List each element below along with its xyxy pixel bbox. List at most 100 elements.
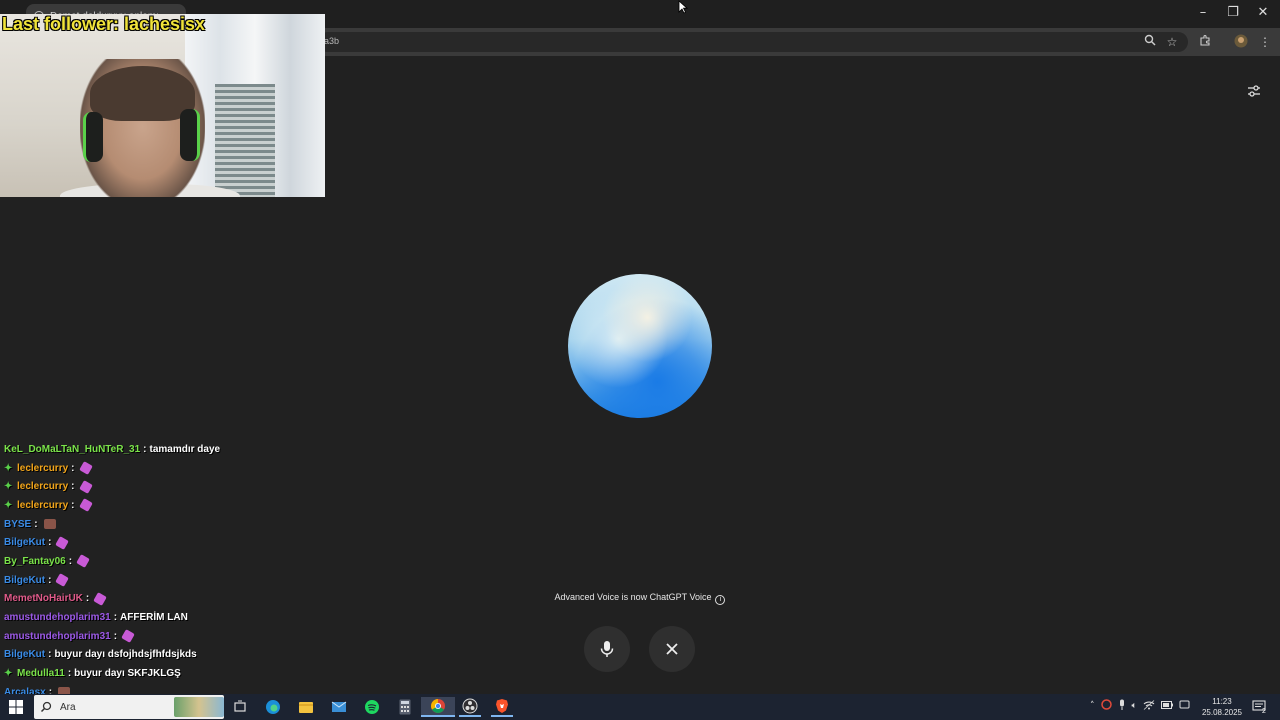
tray-microphone-icon[interactable]: [1118, 699, 1126, 713]
chat-username[interactable]: MemetNoHairUK: [4, 593, 83, 604]
info-icon[interactable]: i: [715, 595, 726, 605]
extensions-icon[interactable]: [1197, 34, 1213, 50]
edge-icon: [266, 700, 280, 714]
chat-feather-emote-icon: [55, 535, 70, 550]
chat-text: AFFERİM LAN: [120, 612, 188, 624]
task-view-button[interactable]: [229, 697, 251, 717]
wifi-icon[interactable]: [1143, 699, 1155, 713]
chat-message: BilgeKut: buyur dayı dsfojhdsjfhfdsjkds: [4, 646, 404, 665]
end-voice-button[interactable]: [649, 626, 695, 672]
chat-username[interactable]: BilgeKut: [4, 649, 45, 660]
sync-icon[interactable]: [1179, 699, 1190, 713]
chat-username[interactable]: BilgeKut: [4, 537, 45, 548]
windows-logo-icon: [9, 700, 23, 714]
profile-avatar-icon[interactable]: [1233, 34, 1249, 50]
taskbar-clock[interactable]: 11:23 25.08.2025: [1198, 696, 1246, 718]
search-icon: [40, 701, 52, 713]
volume-icon[interactable]: 🔈︎: [1132, 701, 1137, 711]
chat-separator: :: [48, 537, 52, 549]
mail-icon: [331, 701, 347, 712]
chat-username[interactable]: leclercurry: [17, 481, 68, 492]
chat-message: ✦ leclercurry:: [4, 477, 404, 496]
microphone-button[interactable]: [584, 626, 630, 672]
obs-app-button[interactable]: [459, 697, 481, 717]
chat-message: BilgeKut:: [4, 571, 404, 590]
chat-separator: :: [48, 574, 52, 586]
chat-text: buyur dayı SKFJKLGŞ: [74, 668, 181, 680]
chat-separator: :: [34, 518, 38, 530]
subscriber-badge-icon: ✦: [4, 668, 13, 680]
taskbar-search[interactable]: Ara: [34, 695, 224, 719]
stream-chat: KeL_DoMaLTaN_HuNTeR_31: tamamdır daye ✦ lec…: [4, 440, 404, 702]
chat-message: MemetNoHairUK:: [4, 590, 404, 609]
chat-feather-emote-icon: [78, 498, 93, 513]
address-bar-url[interactable]: a3b: [324, 36, 339, 46]
battery-icon[interactable]: [1160, 700, 1173, 712]
spotify-app-button[interactable]: [361, 697, 383, 717]
mouse-cursor-icon: [678, 0, 689, 19]
calculator-app-button[interactable]: [394, 697, 416, 717]
folder-icon: [299, 702, 313, 713]
voice-orb: [568, 274, 712, 418]
chat-message: BYSE:: [4, 515, 404, 534]
file-explorer-button[interactable]: [295, 697, 317, 717]
chat-message: ✦ leclercurry:: [4, 459, 404, 478]
chat-feather-emote-icon: [93, 592, 108, 606]
mail-app-button[interactable]: [328, 697, 350, 717]
task-view-icon: [234, 700, 246, 712]
chat-message: ✦ leclercurry:: [4, 496, 404, 515]
zoom-icon[interactable]: [1142, 34, 1158, 50]
chat-username[interactable]: KeL_DoMaLTaN_HuNTeR_31: [4, 444, 140, 455]
search-placeholder: Ara: [60, 701, 76, 713]
chat-username[interactable]: leclercurry: [17, 500, 68, 511]
browser-menu-icon[interactable]: ⋮: [1257, 34, 1273, 50]
bookmark-star-icon[interactable]: ☆: [1164, 34, 1180, 50]
tray-app-icon[interactable]: [1100, 699, 1112, 713]
chat-username[interactable]: amustundehoplarim31: [4, 612, 111, 623]
maximize-button[interactable]: ❐: [1218, 4, 1248, 22]
close-window-button[interactable]: ✕: [1248, 4, 1278, 22]
start-button[interactable]: [8, 699, 24, 715]
obs-icon: [462, 698, 478, 714]
tray-overflow-icon[interactable]: ˄: [1090, 701, 1095, 711]
microphone-icon: [600, 641, 614, 657]
notification-count: 2: [1262, 708, 1266, 715]
chat-username[interactable]: By_Fantay06: [4, 556, 66, 567]
subscriber-badge-icon: ✦: [4, 462, 13, 474]
search-highlight-image: [174, 697, 224, 717]
chat-username[interactable]: Medulla11: [17, 668, 65, 679]
clock-date: 25.08.2025: [1201, 708, 1243, 717]
clock-time: 11:23: [1212, 697, 1232, 706]
chat-username[interactable]: BYSE: [4, 519, 31, 530]
chrome-icon: [431, 699, 445, 713]
voice-notice: Advanced Voice is now ChatGPT Voice i: [480, 592, 800, 605]
chat-feather-emote-icon: [55, 573, 70, 587]
chat-message: amustundehoplarim31:: [4, 627, 404, 646]
system-tray: ˄ 🔈︎: [1090, 696, 1190, 716]
chat-text: buyur dayı dsfojhdsjfhfdsjkds: [54, 649, 197, 661]
chat-username[interactable]: amustundehoplarim31: [4, 631, 111, 642]
chat-text: tamamdır daye: [149, 443, 221, 455]
calculator-icon: [399, 699, 411, 715]
chat-separator: :: [113, 612, 118, 624]
chat-username[interactable]: leclercurry: [17, 463, 68, 474]
minimize-button[interactable]: –: [1188, 4, 1218, 22]
chat-feather-emote-icon: [78, 461, 93, 475]
chat-feather-emote-icon: [76, 554, 90, 569]
chat-separator: :: [71, 481, 75, 493]
webcam-overlay: [0, 14, 325, 197]
brave-app-button[interactable]: [491, 697, 513, 717]
chrome-app-button[interactable]: [421, 697, 455, 717]
chat-feather-emote-icon: [121, 629, 135, 644]
chat-separator: :: [71, 499, 75, 511]
address-bar[interactable]: [318, 32, 1188, 52]
edge-app-button[interactable]: [262, 697, 284, 717]
chat-message: ✦ Medulla11: buyur dayı SKFJKLGŞ: [4, 664, 404, 683]
chat-username[interactable]: BilgeKut: [4, 575, 45, 586]
chat-image-emote-icon: [43, 519, 56, 530]
chat-separator: :: [85, 593, 90, 605]
chat-message: BilgeKut:: [4, 533, 404, 552]
voice-settings-icon[interactable]: [1245, 82, 1263, 100]
last-follower-label: Last follower: lachesisx: [2, 14, 206, 34]
chat-separator: :: [68, 555, 73, 567]
